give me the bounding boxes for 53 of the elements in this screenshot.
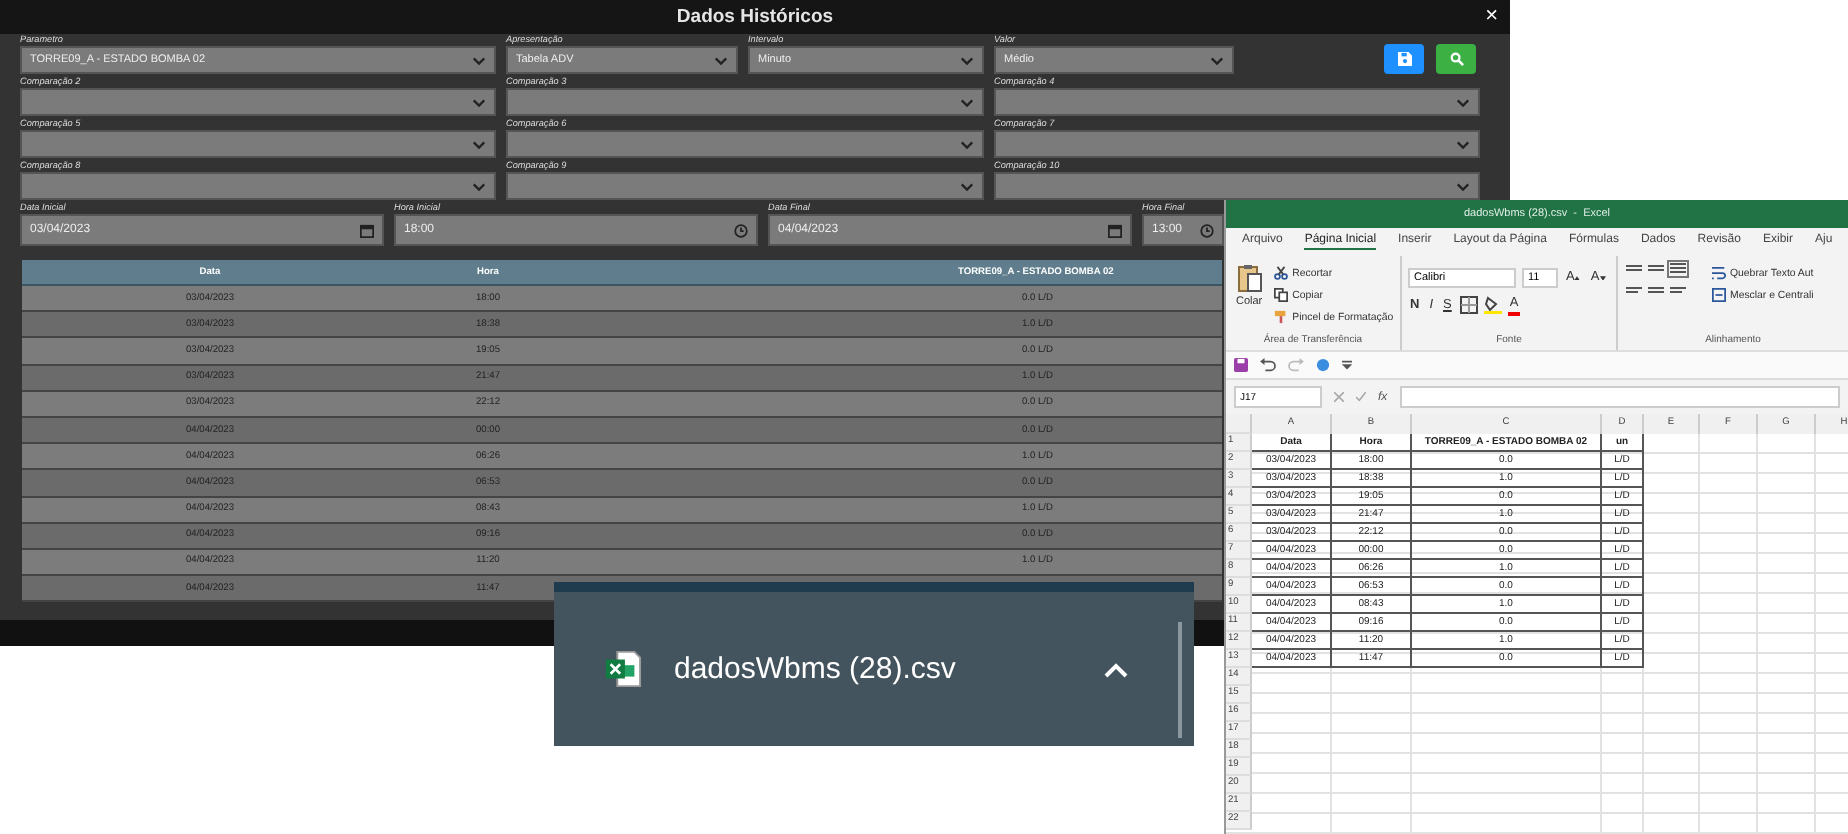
select-field[interactable]: [506, 88, 984, 116]
select-field[interactable]: [506, 172, 984, 200]
caret-icon: [1456, 97, 1470, 107]
caret-icon: [1210, 55, 1224, 65]
select-field[interactable]: [994, 130, 1480, 158]
window-title: Dados Históricos: [676, 6, 834, 28]
calendar-icon: [1108, 223, 1122, 237]
caret-icon: [472, 97, 486, 107]
formula-field[interactable]: [1399, 386, 1840, 408]
cancel-icon[interactable]: [1334, 392, 1344, 402]
select-field[interactable]: [994, 88, 1480, 116]
caret-icon: [1456, 181, 1470, 191]
spreadsheet-file-icon[interactable]: [604, 650, 642, 688]
chevron-up-icon[interactable]: [1104, 662, 1128, 678]
caret-icon: [960, 55, 974, 65]
dropdown-icon[interactable]: [1342, 360, 1352, 370]
borders-icon[interactable]: [1459, 296, 1478, 314]
caret-up-icon: [1574, 275, 1581, 280]
select-field[interactable]: [20, 88, 496, 116]
search-icon: [1449, 52, 1463, 66]
wrap-icon: [1712, 266, 1726, 280]
fill-color-icon[interactable]: [1483, 296, 1502, 314]
calendar-icon: [360, 223, 374, 237]
brush-icon: [1274, 310, 1289, 324]
caret-icon: [1456, 139, 1470, 149]
copy-icon: [1274, 288, 1289, 302]
clock-icon: [1200, 223, 1214, 237]
caret-icon: [960, 139, 974, 149]
caret-icon: [472, 55, 486, 65]
search-button[interactable]: [1436, 44, 1476, 74]
caret-icon: [960, 97, 974, 107]
caret-icon: [714, 55, 728, 65]
undo-icon[interactable]: [1260, 358, 1276, 372]
file-name[interactable]: dadosWbms (28).csv: [674, 652, 956, 686]
save-icon[interactable]: [1234, 358, 1248, 372]
save-icon: [1397, 52, 1411, 66]
select-field[interactable]: [994, 172, 1480, 200]
caret-icon: [960, 181, 974, 191]
caret-down-icon: [1599, 275, 1606, 280]
close-button[interactable]: ×: [1485, 4, 1498, 28]
check-icon[interactable]: [1356, 392, 1366, 402]
select-field[interactable]: [506, 130, 984, 158]
caret-icon: [472, 181, 486, 191]
select-field[interactable]: [20, 130, 496, 158]
merge-icon: [1712, 288, 1726, 302]
save-button[interactable]: [1384, 44, 1424, 74]
select-field[interactable]: [20, 172, 496, 200]
clipboard-icon: [1237, 264, 1262, 292]
redo-icon[interactable]: [1288, 358, 1304, 372]
caret-icon: [472, 139, 486, 149]
scissors-icon: [1274, 266, 1289, 280]
circle-icon[interactable]: [1316, 358, 1330, 372]
clock-icon: [734, 223, 748, 237]
